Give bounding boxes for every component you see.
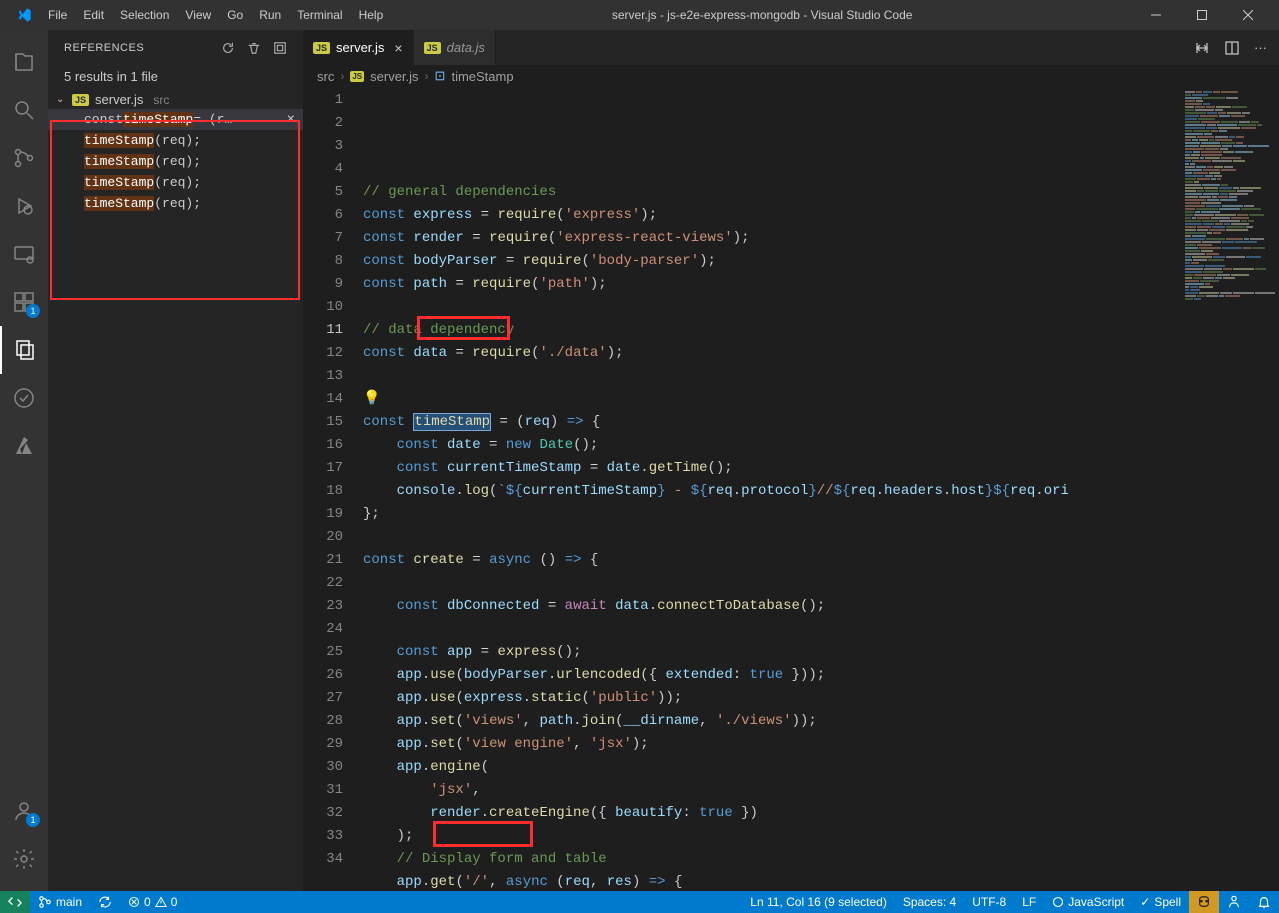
breadcrumb-file[interactable]: server.js <box>370 69 418 84</box>
status-sync[interactable] <box>90 891 120 913</box>
activity-extensions[interactable]: 1 <box>0 278 48 326</box>
menu-view[interactable]: View <box>177 0 219 30</box>
js-file-icon: JS <box>313 42 330 54</box>
activity-azure[interactable] <box>0 422 48 470</box>
editor-area: JS server.js × JS data.js ··· src › JS serve… <box>303 30 1279 891</box>
breadcrumbs[interactable]: src › JS server.js › ⊡ timeStamp <box>303 65 1279 87</box>
refs-file-path: src <box>153 93 169 107</box>
reference-item[interactable]: timeStamp(req); <box>48 151 303 172</box>
menu-help[interactable]: Help <box>351 0 392 30</box>
editor-tabs: JS server.js × JS data.js ··· <box>303 30 1279 65</box>
tab-server-js[interactable]: JS server.js × <box>303 30 414 65</box>
refs-summary: 5 results in 1 file <box>48 65 303 90</box>
menubar: FileEditSelectionViewGoRunTerminalHelp <box>40 0 391 30</box>
status-problems[interactable]: 0 0 <box>120 891 185 913</box>
breadcrumb-symbol[interactable]: timeStamp <box>451 69 513 84</box>
status-eol[interactable]: LF <box>1014 891 1044 913</box>
activity-accounts[interactable]: 1 <box>0 787 48 835</box>
refs-file-header[interactable]: ⌄ JS server.js src <box>48 90 303 109</box>
minimap[interactable] <box>1179 87 1279 891</box>
status-feedback[interactable] <box>1219 891 1249 913</box>
reference-item[interactable]: timeStamp(req); <box>48 130 303 151</box>
refs-tree: ⌄ JS server.js src const timeStamp = (r…… <box>48 90 303 891</box>
status-cursor[interactable]: Ln 11, Col 16 (9 selected) <box>742 891 895 913</box>
main-area: 1 1 REFERENCES <box>0 30 1279 891</box>
window-controls <box>1133 0 1271 30</box>
editor-body[interactable]: 1234567891011121314151617181920212223242… <box>303 87 1279 891</box>
window-minimize-button[interactable] <box>1133 0 1179 30</box>
menu-edit[interactable]: Edit <box>75 0 112 30</box>
tab-data-js[interactable]: JS data.js <box>414 30 496 65</box>
status-language-label: JavaScript <box>1068 895 1124 909</box>
tab-label: data.js <box>447 40 485 55</box>
status-encoding[interactable]: UTF-8 <box>964 891 1014 913</box>
activity-bottom: 1 <box>0 787 48 883</box>
activity-run-debug[interactable] <box>0 182 48 230</box>
activity-bar: 1 1 <box>0 30 48 891</box>
status-spell[interactable]: ✓Spell <box>1132 891 1189 913</box>
js-file-icon: JS <box>424 42 441 54</box>
reference-item[interactable]: const timeStamp = (r…× <box>48 109 303 130</box>
references-sidebar: REFERENCES 5 results in 1 file ⌄ JS serv… <box>48 30 303 891</box>
close-icon[interactable]: × <box>394 40 402 56</box>
compare-changes-icon[interactable] <box>1194 40 1210 56</box>
chevron-down-icon: ⌄ <box>56 94 66 105</box>
chevron-right-icon: › <box>340 69 344 83</box>
menu-file[interactable]: File <box>40 0 75 30</box>
menu-selection[interactable]: Selection <box>112 0 177 30</box>
activity-settings[interactable] <box>0 835 48 883</box>
js-file-icon: JS <box>72 94 89 106</box>
line-gutter: 1234567891011121314151617181920212223242… <box>303 87 363 891</box>
code-content[interactable]: // general dependenciesconst express = r… <box>363 87 1179 891</box>
dismiss-icon[interactable]: × <box>287 112 295 128</box>
tabs-actions: ··· <box>1182 30 1279 65</box>
status-remote[interactable] <box>0 891 30 913</box>
activity-search[interactable] <box>0 86 48 134</box>
split-editor-icon[interactable] <box>1224 40 1240 56</box>
sidebar-title: REFERENCES <box>64 42 221 54</box>
chevron-right-icon: › <box>425 69 429 83</box>
activity-remote-explorer[interactable] <box>0 230 48 278</box>
status-warnings-count: 0 <box>171 895 178 909</box>
window-title: server.js - js-e2e-express-mongodb - Vis… <box>391 8 1133 22</box>
reference-item[interactable]: timeStamp(req); <box>48 193 303 214</box>
status-bar: main 0 0 Ln 11, Col 16 (9 selected) Spac… <box>0 891 1279 913</box>
vscode-logo-icon <box>16 7 32 23</box>
refs-file-name: server.js <box>95 92 143 107</box>
status-branch[interactable]: main <box>30 891 90 913</box>
activity-source-control[interactable] <box>0 134 48 182</box>
menu-terminal[interactable]: Terminal <box>289 0 350 30</box>
menu-run[interactable]: Run <box>251 0 289 30</box>
accounts-badge: 1 <box>26 813 40 827</box>
clear-icon[interactable] <box>247 41 261 55</box>
window-close-button[interactable] <box>1225 0 1271 30</box>
refresh-icon[interactable] <box>221 41 235 55</box>
status-errors-count: 0 <box>144 895 151 909</box>
status-copilot[interactable] <box>1189 891 1219 913</box>
breadcrumb-folder[interactable]: src <box>317 69 334 84</box>
tab-label: server.js <box>336 40 384 55</box>
status-notifications[interactable] <box>1249 891 1279 913</box>
title-bar: FileEditSelectionViewGoRunTerminalHelp s… <box>0 0 1279 30</box>
extensions-badge: 1 <box>26 304 40 318</box>
js-file-icon: JS <box>350 71 364 82</box>
menu-go[interactable]: Go <box>219 0 251 30</box>
more-actions-icon[interactable]: ··· <box>1254 40 1267 55</box>
collapse-icon[interactable] <box>273 41 287 55</box>
activity-testing[interactable] <box>0 374 48 422</box>
activity-references[interactable] <box>0 326 48 374</box>
symbol-icon: ⊡ <box>435 68 446 84</box>
reference-item[interactable]: timeStamp(req); <box>48 172 303 193</box>
activity-explorer[interactable] <box>0 38 48 86</box>
window-maximize-button[interactable] <box>1179 0 1225 30</box>
status-branch-label: main <box>56 895 82 909</box>
status-spell-label: Spell <box>1154 895 1181 909</box>
sidebar-header: REFERENCES <box>48 30 303 65</box>
status-language[interactable]: JavaScript <box>1044 891 1132 913</box>
status-spaces[interactable]: Spaces: 4 <box>895 891 964 913</box>
